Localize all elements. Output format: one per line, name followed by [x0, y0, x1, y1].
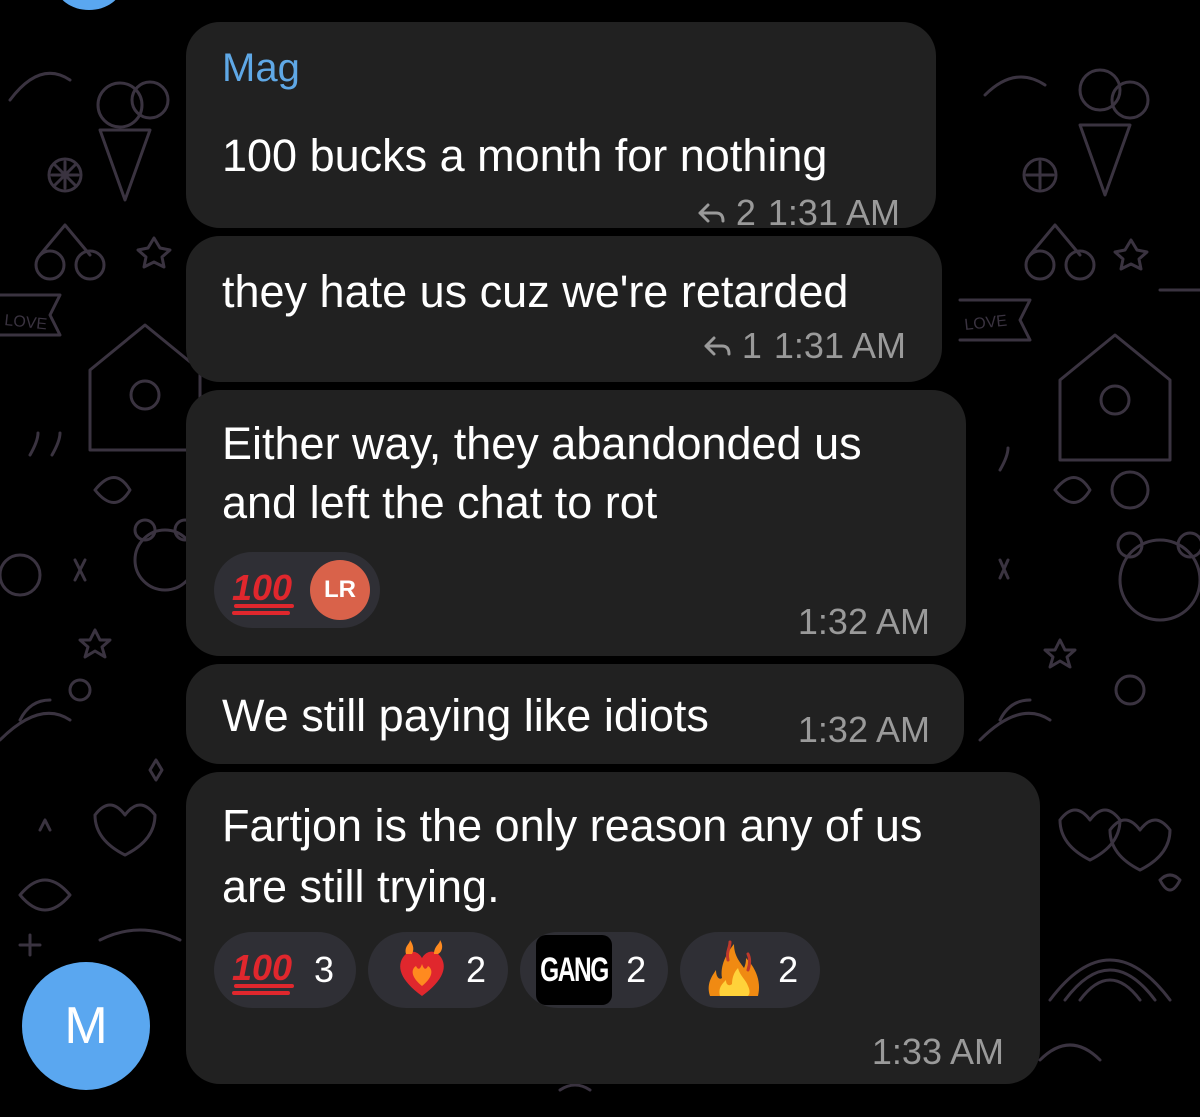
reply-count[interactable]: 2	[736, 193, 756, 233]
svg-text:100: 100	[232, 567, 292, 608]
message-time: 1:31 AM	[767, 192, 900, 233]
reaction-count: 2	[778, 949, 799, 990]
reaction-count: 2	[626, 949, 647, 990]
message-text: they hate us cuz we're retarded	[222, 266, 849, 317]
reaction-heart-on-fire[interactable]: 2	[368, 932, 509, 1008]
hundred-points-icon: 100	[232, 947, 294, 995]
sender-avatar[interactable]: M	[22, 962, 150, 1090]
reaction-hundred-points[interactable]: 100 LR	[214, 552, 380, 628]
message-bubble[interactable]: We still paying like idiots 1:32 AM	[186, 664, 964, 764]
message-time: 1:33 AM	[871, 1031, 1004, 1072]
message-text: 100 bucks a month for nothing	[222, 130, 828, 181]
gang-sticker-icon: GANG	[536, 935, 613, 1005]
message-bubble[interactable]: they hate us cuz we're retarded 1 1:31 A…	[186, 236, 942, 382]
reply-count[interactable]: 1	[742, 326, 762, 366]
reactor-avatar[interactable]: LR	[310, 560, 370, 620]
svg-text:LOVE: LOVE	[964, 313, 1008, 334]
message-text-line: are still trying.	[222, 861, 500, 912]
heart-on-fire-icon	[400, 940, 444, 996]
reaction-hundred-points[interactable]: 100 3	[214, 932, 357, 1008]
message-meta: 1:32 AM	[798, 602, 930, 642]
message-meta: 1:33 AM	[872, 1032, 1004, 1072]
sender-name[interactable]: Mag	[222, 44, 300, 92]
message-meta: 1:32 AM	[798, 710, 930, 750]
reply-icon[interactable]	[702, 334, 732, 358]
message-time: 1:31 AM	[773, 325, 906, 366]
hundred-points-icon: 100	[232, 567, 294, 615]
message-text-line: Fartjon is the only reason any of us	[222, 800, 923, 851]
message-time: 1:32 AM	[797, 709, 930, 750]
reaction-fire[interactable]: 2	[680, 932, 821, 1008]
message-text: We still paying like idiots	[222, 690, 709, 741]
reply-icon[interactable]	[696, 201, 726, 225]
reactions-bar: 100 3 2 GANG 2 2	[214, 932, 821, 1008]
message-time: 1:32 AM	[797, 601, 930, 642]
message-bubble[interactable]: Mag 100 bucks a month for nothing 2 1:31…	[186, 22, 936, 233]
reaction-count: 3	[314, 949, 335, 990]
message-text-line: and left the chat to rot	[222, 477, 658, 528]
avatar-letter: M	[64, 997, 108, 1055]
message-meta: 2 1:31 AM	[696, 193, 900, 233]
svg-text:100: 100	[232, 947, 292, 988]
message-bubble[interactable]: Either way, they abandonded us and left …	[186, 390, 966, 656]
fire-icon	[708, 940, 760, 996]
message-text-line: Either way, they abandonded us	[222, 418, 862, 469]
love-doodle-text: LOVE	[4, 312, 48, 333]
reactions-bar: 100 LR	[214, 552, 380, 628]
message-meta: 1 1:31 AM	[702, 326, 906, 366]
message-bubble[interactable]: Fartjon is the only reason any of us are…	[186, 772, 1040, 1084]
reaction-count: 2	[466, 949, 487, 990]
reaction-gang-sticker[interactable]: GANG 2	[520, 932, 669, 1008]
